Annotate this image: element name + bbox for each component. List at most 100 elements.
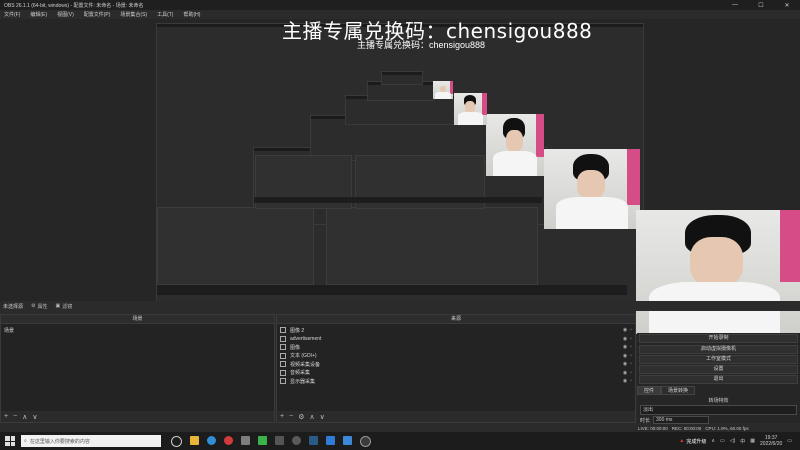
exit-button[interactable]: 退出 xyxy=(639,375,798,385)
source-item[interactable]: 图像 2 ◉ ▫ xyxy=(280,326,632,335)
file-explorer-icon[interactable] xyxy=(190,435,199,445)
taskbar-apps xyxy=(171,435,371,447)
transition-select[interactable]: 淡出 xyxy=(640,405,797,416)
steam-icon[interactable] xyxy=(309,435,318,445)
start-recording-button[interactable]: 开始录制 xyxy=(639,334,798,344)
gear-icon[interactable]: ⚙ xyxy=(298,413,304,421)
menu-profile[interactable]: 配置文件(P) xyxy=(84,11,111,18)
eye-icon: ◉ xyxy=(622,369,628,376)
lock-icon: ▫ xyxy=(630,352,632,359)
move-up-icon[interactable]: ∧ xyxy=(309,413,314,421)
menu-view[interactable]: 视图(V) xyxy=(57,11,74,18)
menu-edit[interactable]: 编辑(E) xyxy=(30,11,47,18)
sources-header: 来源 xyxy=(277,315,635,324)
edge-icon[interactable] xyxy=(207,435,216,445)
nested-taskbar xyxy=(254,197,542,203)
gear-icon: ⚙ xyxy=(31,303,36,309)
taskbar-search-input[interactable]: ⌕ 在这里输入你要搜索的内容 xyxy=(21,435,161,447)
ime-indicator[interactable]: 中 xyxy=(740,438,745,445)
clock[interactable]: 19:37 2022/6/20 xyxy=(760,435,782,447)
studio-mode-button[interactable]: 工作室模式 xyxy=(639,354,798,364)
nested-scenes-panel xyxy=(157,207,314,285)
minimize-button[interactable]: — xyxy=(722,2,748,9)
source-item[interactable]: 文本 (GDI+) ◉ ▫ xyxy=(280,352,632,361)
network-icon[interactable]: ▭ xyxy=(720,438,725,444)
remove-scene-button[interactable]: − xyxy=(13,413,17,420)
task-view-icon[interactable] xyxy=(171,435,182,447)
image-icon xyxy=(280,344,286,351)
windows-start-icon[interactable] xyxy=(5,436,15,446)
properties-button[interactable]: ⚙ 属性 xyxy=(31,303,48,310)
scenes-header: 场景 xyxy=(1,315,274,324)
source-item[interactable]: 图像 ◉ ▫ xyxy=(280,343,632,352)
app-icon[interactable] xyxy=(241,435,250,445)
obs-icon[interactable] xyxy=(360,435,371,447)
move-up-icon[interactable]: ∧ xyxy=(22,413,27,421)
live-status: LIVE: 00:00:00 xyxy=(638,425,668,431)
tab-scene-transitions[interactable]: 场景转换 xyxy=(661,386,696,396)
update-alert[interactable]: ▲ 完成升级 xyxy=(679,438,706,445)
grid-icon[interactable]: ▦ xyxy=(750,438,755,444)
add-source-button[interactable]: + xyxy=(280,413,284,420)
search-icon: ⌕ xyxy=(24,438,27,444)
monitor-icon xyxy=(280,378,286,385)
app-icon[interactable] xyxy=(343,435,352,445)
chevron-up-icon[interactable]: ∧ xyxy=(711,438,715,444)
filters-label: 滤镜 xyxy=(62,303,73,310)
virtual-camera-button[interactable]: 启动虚拟摄像机 xyxy=(639,344,798,354)
no-source-label: 未选择源 xyxy=(3,303,24,310)
warning-icon: ▲ xyxy=(679,438,685,444)
camera-icon xyxy=(280,361,286,368)
netease-music-icon[interactable] xyxy=(224,435,233,445)
close-button[interactable]: ✕ xyxy=(774,2,800,9)
settings-button[interactable]: 设置 xyxy=(639,365,798,375)
tab-controls[interactable]: 控件 xyxy=(637,386,662,396)
source-item[interactable]: advertisement ◉ ▫ xyxy=(280,335,632,344)
filters-button[interactable]: ▣ 滤镜 xyxy=(56,303,73,310)
overlay-text-nested: 主播专属兑换码：chensigou888 xyxy=(357,40,486,50)
lock-icon: ▫ xyxy=(630,344,632,351)
add-scene-button[interactable]: + xyxy=(4,413,8,420)
webcam-capture-nested xyxy=(486,114,544,176)
menu-scene-collection[interactable]: 场景集合(S) xyxy=(120,11,147,18)
app-icon[interactable] xyxy=(275,435,284,445)
volume-icon[interactable]: ◁) xyxy=(730,438,736,444)
rec-status: REC: 00:00:00 xyxy=(671,425,702,431)
eye-icon: ◉ xyxy=(622,327,628,334)
webcam-capture-nested xyxy=(454,93,487,125)
source-item[interactable]: 视频采集设备 ◉ ▫ xyxy=(280,360,632,369)
eye-icon: ◉ xyxy=(622,335,628,342)
remove-source-button[interactable]: − xyxy=(289,413,293,420)
text-icon xyxy=(280,352,286,359)
lock-icon: ▫ xyxy=(630,378,632,385)
source-item[interactable]: 显示器采集 ◉ ▫ xyxy=(280,377,632,386)
system-tray: ▲ 完成升级 ∧ ▭ ◁) 中 ▦ 19:37 2022/6/20 ▭ xyxy=(679,435,800,447)
title-bar: OBS 26.1.1 (64-bit, windows) - 配置文件: 未命名… xyxy=(0,0,800,10)
lock-icon: ▫ xyxy=(630,327,632,334)
move-down-icon[interactable]: ∨ xyxy=(32,413,37,421)
nested-taskbar xyxy=(157,285,627,295)
notification-icon[interactable]: ▭ xyxy=(787,438,792,444)
menu-tools[interactable]: 工具(T) xyxy=(157,11,173,18)
browser-icon xyxy=(280,335,286,342)
move-down-icon[interactable]: ∨ xyxy=(320,413,325,421)
window-controls: — ☐ ✕ xyxy=(722,2,800,9)
app-icon[interactable] xyxy=(326,435,335,445)
menu-bar: 文件(F) 编辑(E) 视图(V) 配置文件(P) 场景集合(S) 工具(T) … xyxy=(0,10,800,19)
menu-file[interactable]: 文件(F) xyxy=(4,11,20,18)
scene-item[interactable]: 场景 xyxy=(4,326,271,335)
lock-icon: ▫ xyxy=(630,335,632,342)
obs-icon[interactable] xyxy=(292,435,301,445)
wechat-icon[interactable] xyxy=(258,435,267,445)
properties-label: 属性 xyxy=(37,303,48,310)
duration-label: 时长 xyxy=(640,417,651,424)
nested-capture-frame xyxy=(381,71,423,85)
source-toolbar: 未选择源 ⚙ 属性 ▣ 滤镜 xyxy=(0,301,800,311)
webcam-capture xyxy=(636,210,800,334)
source-item[interactable]: 音频采集 ◉ ▫ xyxy=(280,369,632,378)
eye-icon: ◉ xyxy=(622,352,628,359)
maximize-button[interactable]: ☐ xyxy=(748,2,774,9)
scenes-dock: 场景 场景 + − ∧ ∨ xyxy=(0,314,275,423)
eye-icon: ◉ xyxy=(622,378,628,385)
menu-help[interactable]: 帮助(H) xyxy=(183,11,200,18)
